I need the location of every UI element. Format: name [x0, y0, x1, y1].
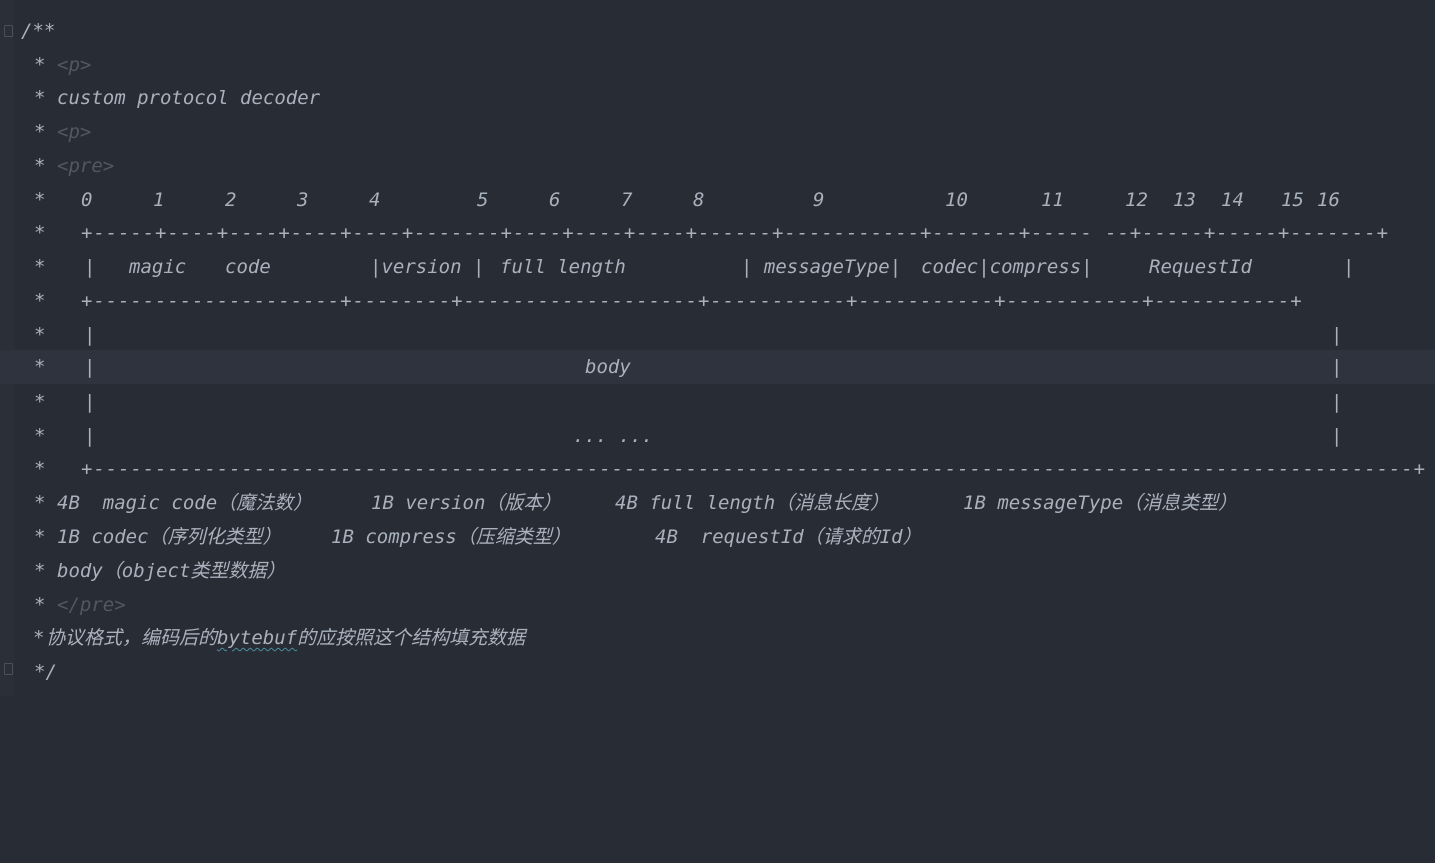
diagram-pipe: |	[1331, 425, 1343, 447]
field-code: code	[225, 256, 271, 278]
byte-offset: 14	[1221, 189, 1244, 211]
legend-version: 1B version（版本）	[371, 492, 562, 514]
comment-star: *	[34, 290, 46, 312]
code-line: * <p>	[0, 115, 91, 149]
legend-compress: 1B compress（压缩类型）	[331, 526, 571, 548]
comment-star: *	[34, 189, 46, 211]
comment-star: *	[34, 560, 46, 582]
comment-star: *	[34, 594, 46, 616]
legend-line: * body（object类型数据）	[0, 554, 285, 588]
diagram-mid-border: +--------------------+--------+---------…	[81, 290, 1303, 312]
byte-offset: 7	[621, 189, 633, 211]
byte-offset: 15	[1281, 189, 1304, 211]
byte-offset: 1	[153, 189, 165, 211]
comment-star: *	[34, 391, 46, 413]
diagram-pipe: |	[1331, 356, 1343, 378]
code-line: * </pre>	[0, 588, 126, 622]
legend-line: * 4B magic code（魔法数） 1B version（版本） 4B f…	[0, 486, 1435, 520]
byte-offset: 9	[813, 189, 825, 211]
field-message-type: | messageType|	[741, 256, 902, 278]
legend-codec: 1B codec（序列化类型）	[57, 526, 282, 548]
legend-full-length: 4B full length（消息长度）	[615, 492, 890, 514]
format-note: 协议格式，编码后的	[46, 627, 218, 649]
diagram-pipe: |	[84, 391, 96, 413]
byte-offset: 13	[1173, 189, 1196, 211]
javadoc-close: */	[34, 661, 57, 683]
diagram-pipe: |	[84, 324, 96, 346]
body-ellipsis: ... ...	[573, 425, 654, 447]
diagram-pipe: |	[1331, 324, 1343, 346]
html-tag-pre-open: <pre>	[57, 155, 115, 177]
comment-star: *	[34, 222, 46, 244]
code-line: */	[0, 655, 57, 689]
html-tag-p: <p>	[57, 121, 92, 143]
legend-line: * 1B codec（序列化类型） 1B compress（压缩类型） 4B r…	[0, 520, 1435, 554]
legend-message-type: 1B messageType（消息类型）	[963, 492, 1238, 514]
comment-star: *	[34, 155, 46, 177]
comment-star: *	[34, 87, 46, 109]
diagram-pipe: |	[84, 256, 96, 278]
code-line: * <pre>	[0, 149, 114, 183]
field-full-length: full length	[500, 256, 626, 278]
field-request-id: RequestId	[1149, 256, 1252, 278]
code-line: * | |	[0, 385, 1435, 419]
diagram-pipe: |	[1331, 391, 1343, 413]
code-line: * custom protocol decoder	[0, 81, 320, 115]
code-line: * +--------------------+--------+-------…	[0, 284, 1302, 318]
html-tag-pre-close: </pre>	[57, 594, 126, 616]
javadoc-open: /**	[21, 20, 56, 42]
code-line: * | ... ... |	[0, 419, 1435, 453]
doc-description: custom protocol decoder	[57, 87, 321, 109]
byte-offset: 4	[369, 189, 381, 211]
format-note-rest: 的应按照这个结构填充数据	[297, 627, 526, 649]
diagram-pipe: |	[84, 356, 96, 378]
code-line: * +-----+----+----+----+----+-------+---…	[0, 216, 1388, 250]
diagram-pipe: |	[1343, 256, 1355, 278]
code-line: * | |	[0, 318, 1435, 352]
comment-star: *	[34, 256, 46, 278]
byte-offset: 8	[693, 189, 705, 211]
offset-ruler-line: * 0 1 2 3 4 5 6 7 8 9 10 11 12 13 14 15 …	[0, 183, 1435, 217]
code-line: * 协议格式，编码后的bytebuf的应按照这个结构填充数据	[0, 621, 525, 655]
byte-offset: 0	[81, 189, 93, 211]
diagram-top-border: +-----+----+----+----+----+-------+----+…	[81, 222, 1389, 244]
code-line: * +-------------------------------------…	[0, 452, 1425, 486]
current-line[interactable]: * | body |	[0, 350, 1435, 384]
comment-star: *	[34, 121, 46, 143]
byte-offset: 5	[477, 189, 489, 211]
byte-offset: 16	[1317, 189, 1340, 211]
byte-offset: 2	[225, 189, 237, 211]
legend-body: body（object类型数据）	[57, 560, 286, 582]
legend-request-id: 4B requestId（请求的Id）	[655, 526, 922, 548]
comment-star: *	[34, 356, 46, 378]
diagram-pipe: |	[84, 425, 96, 447]
comment-star: *	[34, 526, 46, 548]
byte-offset: 6	[549, 189, 561, 211]
legend-magic-code: 4B magic code（魔法数）	[57, 492, 313, 514]
html-tag-p: <p>	[57, 54, 92, 76]
field-version: |version |	[370, 256, 485, 278]
comment-star: *	[33, 627, 45, 649]
field-magic: magic	[129, 256, 187, 278]
code-editor[interactable]: /** * <p> * custom protocol decoder * <p…	[0, 0, 1435, 696]
diagram-header-line: * | magic code |version | full length | …	[0, 250, 1435, 284]
comment-star: *	[34, 324, 46, 346]
field-codec-compress: codec|compress|	[921, 256, 1093, 278]
spellcheck-word[interactable]: bytebuf	[217, 627, 297, 649]
byte-offset: 10	[945, 189, 968, 211]
comment-star: *	[34, 425, 46, 447]
byte-offset: 3	[297, 189, 309, 211]
byte-offset: 11	[1041, 189, 1064, 211]
comment-star: *	[34, 492, 46, 514]
code-line: /**	[0, 14, 55, 48]
byte-offset: 12	[1125, 189, 1148, 211]
diagram-bottom-border: +---------------------------------------…	[81, 458, 1426, 480]
comment-star: *	[34, 54, 46, 76]
comment-star: *	[34, 458, 46, 480]
body-label: body	[585, 356, 631, 378]
code-line: * <p>	[0, 48, 91, 82]
